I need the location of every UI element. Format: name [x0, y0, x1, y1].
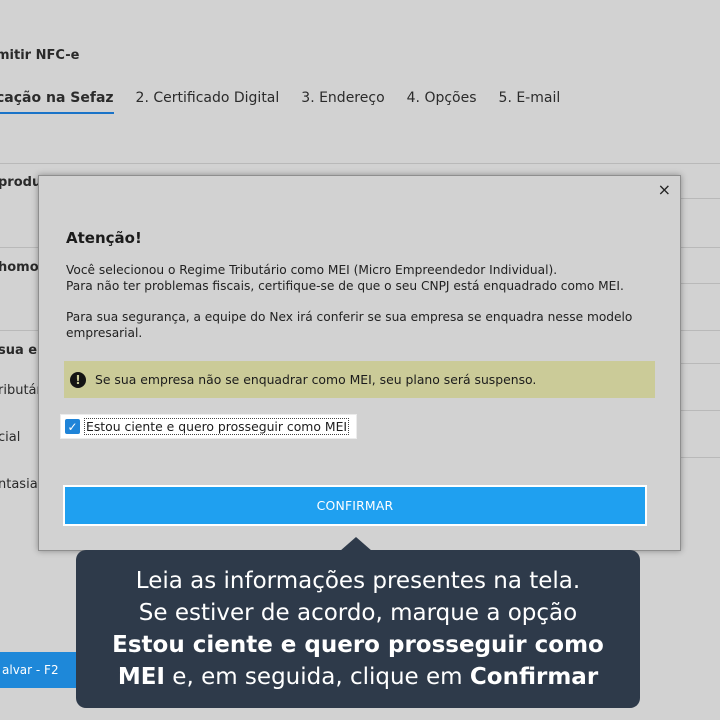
divider [680, 198, 720, 199]
tooltip-bold-text: Estou ciente e quero prosseguir como [112, 632, 604, 658]
dialog-message-line: empresarial. [66, 326, 143, 340]
dialog-message-1: Você selecionou o Regime Tributário como… [66, 262, 666, 294]
close-icon[interactable]: × [658, 180, 671, 199]
field-label-nome-fantasia: ntasia [0, 477, 38, 492]
field-label-producao: produ [0, 175, 42, 190]
checkmark-icon[interactable]: ✓ [65, 419, 80, 434]
field-label-regime-tributario: ributár [0, 383, 42, 398]
instruction-tooltip: Leia as informações presentes na tela. S… [76, 550, 640, 708]
tab-identificacao-sefaz[interactable]: cação na Sefaz [0, 90, 114, 114]
tooltip-line: Leia as informações presentes na tela. [135, 568, 581, 594]
divider [680, 283, 720, 284]
page-title: mitir NFC-e [0, 48, 80, 63]
confirm-button[interactable]: CONFIRMAR [63, 485, 647, 526]
tooltip-bold-text: Confirmar [469, 664, 599, 690]
tabs: cação na Sefaz 2. Certificado Digital 3.… [0, 90, 582, 114]
dialog-title: Atenção! [66, 229, 142, 247]
divider [680, 363, 720, 364]
tooltip-line: Estou ciente e quero prosseguir como [76, 629, 640, 661]
warning-text: Se sua empresa não se enquadrar como MEI… [95, 372, 537, 387]
tab-email[interactable]: 5. E-mail [499, 90, 561, 114]
dialog-message-line: Para sua segurança, a equipe do Nex irá … [66, 310, 633, 324]
tooltip-arrow [340, 537, 372, 551]
mei-acknowledge-checkbox[interactable]: ✓ Estou ciente e quero prosseguir como M… [61, 415, 356, 438]
checkbox-label[interactable]: Estou ciente e quero prosseguir como MEI [84, 418, 350, 435]
mei-confirmation-dialog: × Atenção! Você selecionou o Regime Trib… [38, 175, 681, 551]
tooltip-bold-text: MEI [117, 664, 165, 690]
dialog-message-2: Para sua segurança, a equipe do Nex irá … [66, 309, 666, 341]
tooltip-text: e, em seguida, clique em [164, 664, 470, 690]
divider [0, 163, 720, 164]
dialog-message-line: Para não ter problemas fiscais, certifiq… [66, 279, 624, 293]
field-label-razao-social: cial [0, 430, 21, 445]
tooltip-line: Se estiver de acordo, marque a opção [138, 600, 578, 626]
field-label-homologacao: homo [0, 260, 39, 275]
divider [680, 457, 720, 458]
tooltip-line: MEI e, em seguida, clique em Confirmar [76, 661, 640, 693]
dialog-message-line: Você selecionou o Regime Tributário como… [66, 263, 558, 277]
save-button[interactable]: alvar - F2 [0, 652, 78, 688]
tab-endereco[interactable]: 3. Endereço [301, 90, 384, 114]
exclamation-icon: ! [70, 371, 86, 388]
divider [680, 410, 720, 411]
tab-opcoes[interactable]: 4. Opções [407, 90, 477, 114]
warning-banner: ! Se sua empresa não se enquadrar como M… [64, 361, 655, 398]
tab-certificado-digital[interactable]: 2. Certificado Digital [136, 90, 280, 114]
